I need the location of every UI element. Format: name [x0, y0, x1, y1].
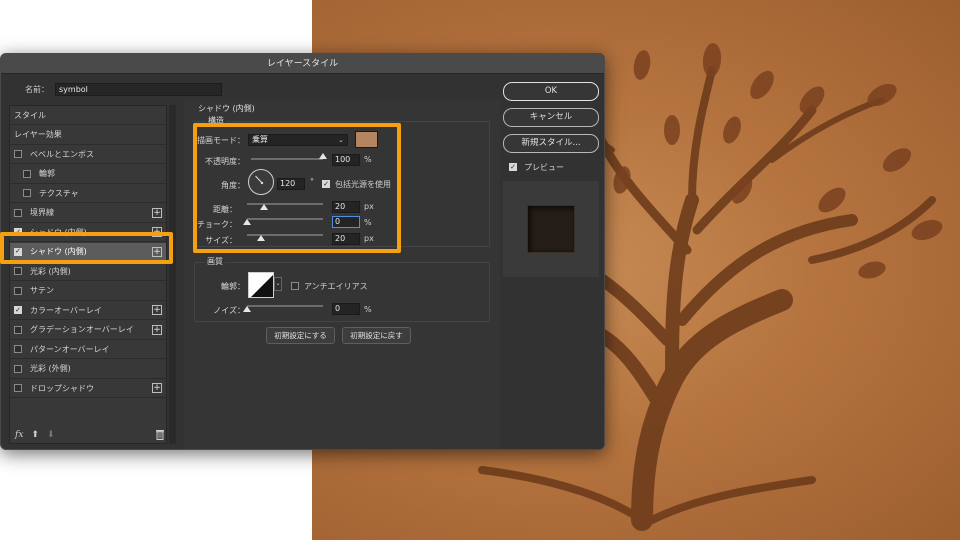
style-list-item[interactable]: 輪郭: [10, 165, 166, 184]
add-effect-icon[interactable]: +: [152, 383, 162, 393]
style-list-item-label: レイヤー効果: [14, 130, 62, 139]
move-down-icon[interactable]: ⬇: [47, 430, 55, 440]
style-list-item[interactable]: グラデーションオーバーレイ +: [10, 321, 166, 340]
noise-slider-thumb[interactable]: [243, 306, 251, 312]
style-list-item[interactable]: テクスチャ: [10, 184, 166, 203]
contour-preview[interactable]: [248, 272, 274, 298]
style-list-item-label: カラーオーバーレイ: [30, 305, 102, 315]
preview-row: ✓ プレビュー: [509, 161, 564, 173]
style-list-footer: fx ⬆ ⬇: [9, 426, 167, 444]
make-default-button[interactable]: 初期設定にする: [266, 327, 335, 344]
style-list-item-label: テクスチャ: [39, 188, 79, 198]
section-title: シャドウ (内側): [198, 104, 255, 113]
name-input[interactable]: symbol: [55, 82, 222, 96]
move-up-icon[interactable]: ⬆: [31, 430, 39, 440]
add-effect-icon[interactable]: +: [152, 305, 162, 315]
new-style-button[interactable]: 新規スタイル...: [503, 134, 599, 153]
style-list-scrollbar[interactable]: [169, 105, 176, 444]
style-list-item[interactable]: レイヤー効果: [10, 126, 166, 145]
style-checkbox[interactable]: [14, 364, 22, 373]
style-list-item-label: サテン: [30, 286, 54, 295]
contour-dropdown[interactable]: ⌄: [274, 277, 282, 291]
style-list-item[interactable]: 光彩 (外側): [10, 360, 166, 379]
add-effect-icon[interactable]: +: [152, 207, 162, 218]
style-list-item-label: 輪郭: [39, 169, 55, 178]
highlight-structure-settings: [193, 123, 401, 253]
anti-alias-label: アンチエイリアス: [304, 282, 368, 291]
style-list-item[interactable]: ドロップシャドウ +: [10, 379, 166, 398]
style-checkbox[interactable]: [23, 169, 31, 178]
style-list-item-label: グラデーションオーバーレイ: [30, 325, 134, 334]
style-list-item[interactable]: 境界線 +: [10, 204, 166, 223]
style-list-item-label: 光彩 (内側): [30, 266, 71, 276]
preview-swatch: [527, 205, 575, 253]
preview-checkbox[interactable]: ✓: [509, 163, 517, 171]
style-checkbox[interactable]: [23, 189, 31, 197]
style-list: スタイル レイヤー効果 ベベルとエンボス 輪郭 テクスチャ 境界線 + ✓ シャドウ (内側) +…: [9, 105, 167, 444]
style-list-item[interactable]: ベベルとエンボス: [10, 145, 166, 164]
style-checkbox[interactable]: [14, 384, 22, 392]
style-checkbox[interactable]: [14, 286, 22, 295]
style-list-item[interactable]: スタイル: [10, 106, 166, 125]
name-label: 名前：: [25, 84, 49, 94]
style-checkbox[interactable]: ✓: [14, 306, 22, 314]
style-checkbox[interactable]: [14, 325, 22, 334]
highlight-selected-effect: [0, 232, 173, 264]
name-row: 名前： symbol: [25, 82, 222, 96]
noise-slider-track[interactable]: [247, 305, 323, 307]
screen: レイヤースタイル 名前： symbol スタイルレイヤー効果ベベルとエンボス輪郭…: [0, 0, 960, 540]
style-list-item-label: パターンオーバーレイ: [30, 344, 110, 354]
style-checkbox[interactable]: [14, 345, 22, 353]
fx-icon[interactable]: fx: [15, 430, 23, 440]
preview-box: [503, 181, 599, 277]
contour-label: 輪郭：: [221, 282, 245, 291]
style-list-item-label: ベベルとエンボス: [30, 149, 94, 159]
noise-input[interactable]: 0: [332, 303, 360, 315]
style-list-item[interactable]: サテン: [10, 282, 166, 301]
noise-label: ノイズ：: [213, 306, 245, 315]
style-list-item[interactable]: ✓ カラーオーバーレイ +: [10, 301, 166, 320]
trash-icon[interactable]: [155, 429, 165, 440]
style-list-item[interactable]: パターンオーバーレイ: [10, 340, 166, 359]
quality-label: 画質: [205, 256, 225, 267]
add-effect-icon[interactable]: +: [152, 324, 162, 335]
ok-button[interactable]: OK: [503, 82, 599, 101]
preview-label: プレビュー: [524, 162, 564, 172]
style-checkbox[interactable]: [14, 267, 22, 275]
style-checkbox[interactable]: [14, 150, 22, 158]
style-list-item-label: ドロップシャドウ: [30, 383, 94, 393]
anti-alias-checkbox[interactable]: [291, 282, 299, 290]
cancel-button[interactable]: キャンセル: [503, 108, 599, 127]
reset-default-button[interactable]: 初期設定に戻す: [342, 327, 411, 344]
dialog-title: レイヤースタイル: [1, 54, 604, 74]
noise-unit: %: [364, 305, 372, 314]
style-list-item-label: 光彩 (外側): [30, 364, 71, 373]
style-list-item-label: スタイル: [14, 110, 46, 120]
contour-curve-icon: [251, 275, 273, 297]
style-list-item[interactable]: 光彩 (内側): [10, 262, 166, 281]
style-list-item-label: 境界線: [30, 208, 54, 217]
style-checkbox[interactable]: [14, 208, 22, 217]
